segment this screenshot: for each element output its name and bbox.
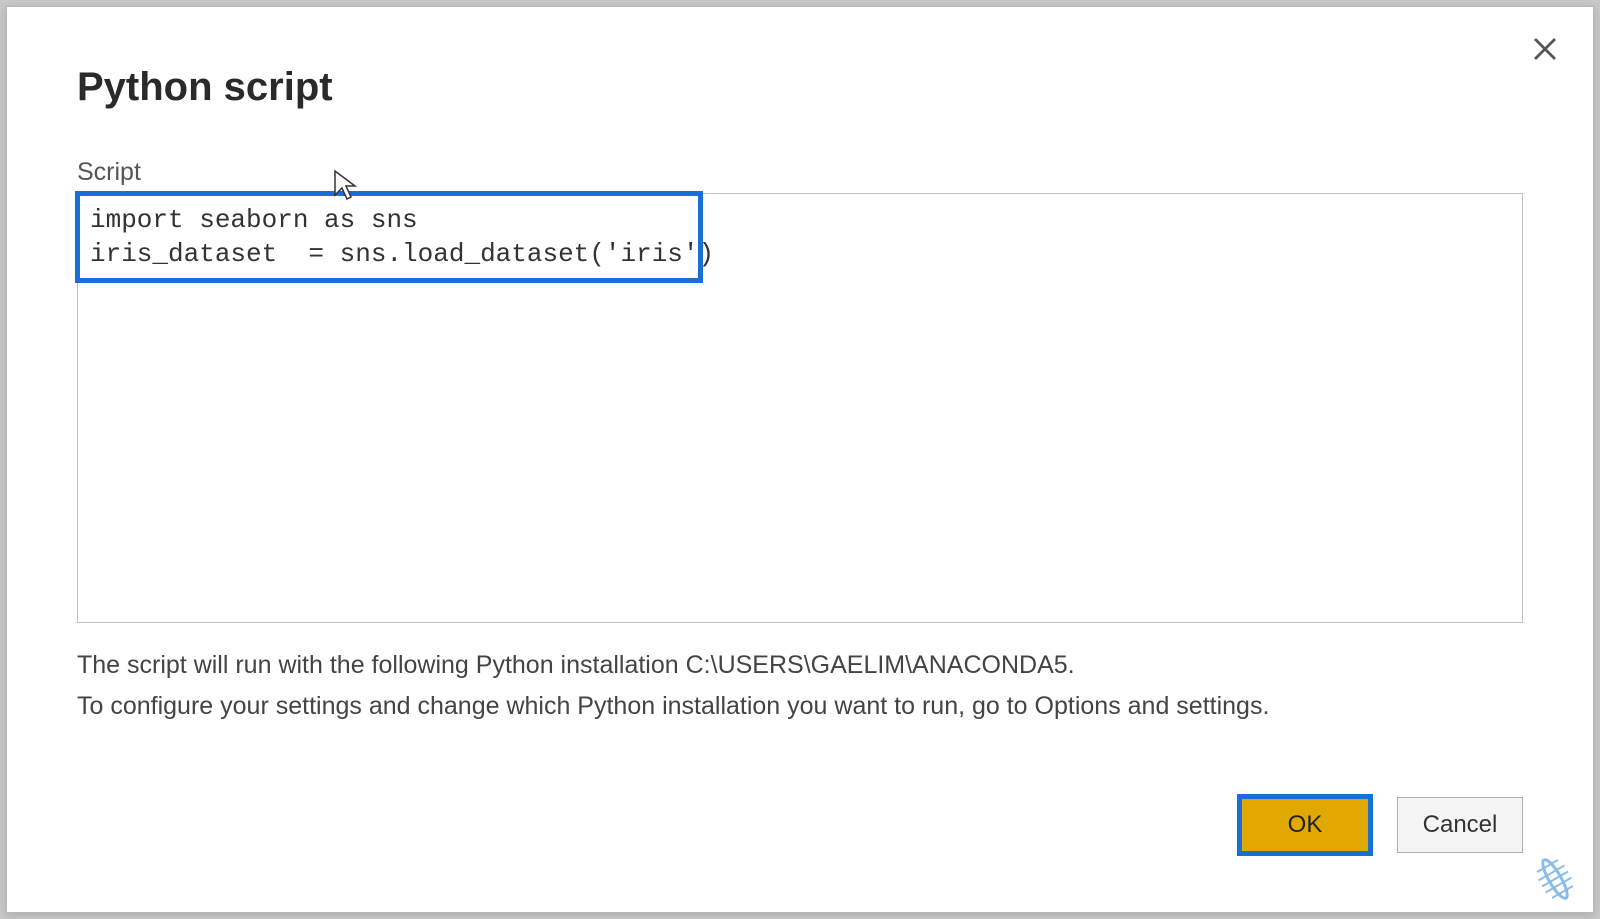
script-label: Script <box>77 158 1523 187</box>
dialog-title: Python script <box>77 65 1523 110</box>
cancel-button[interactable]: Cancel <box>1397 797 1523 853</box>
close-button[interactable] <box>1527 31 1563 67</box>
ok-button[interactable]: OK <box>1242 799 1368 851</box>
script-input-wrapper <box>77 193 1523 623</box>
python-script-dialog: Python script Script The script will run… <box>6 6 1594 913</box>
info-line-1: The script will run with the following P… <box>77 645 1523 686</box>
info-line-2: To configure your settings and change wh… <box>77 686 1523 727</box>
dialog-button-row: OK Cancel <box>1237 794 1523 856</box>
info-text: The script will run with the following P… <box>77 645 1523 728</box>
close-icon <box>1530 34 1560 64</box>
dialog-content: Python script Script The script will run… <box>7 7 1593 758</box>
script-input[interactable] <box>78 194 1522 622</box>
annotation-highlight-ok: OK <box>1237 794 1373 856</box>
watermark-icon <box>1525 854 1585 904</box>
